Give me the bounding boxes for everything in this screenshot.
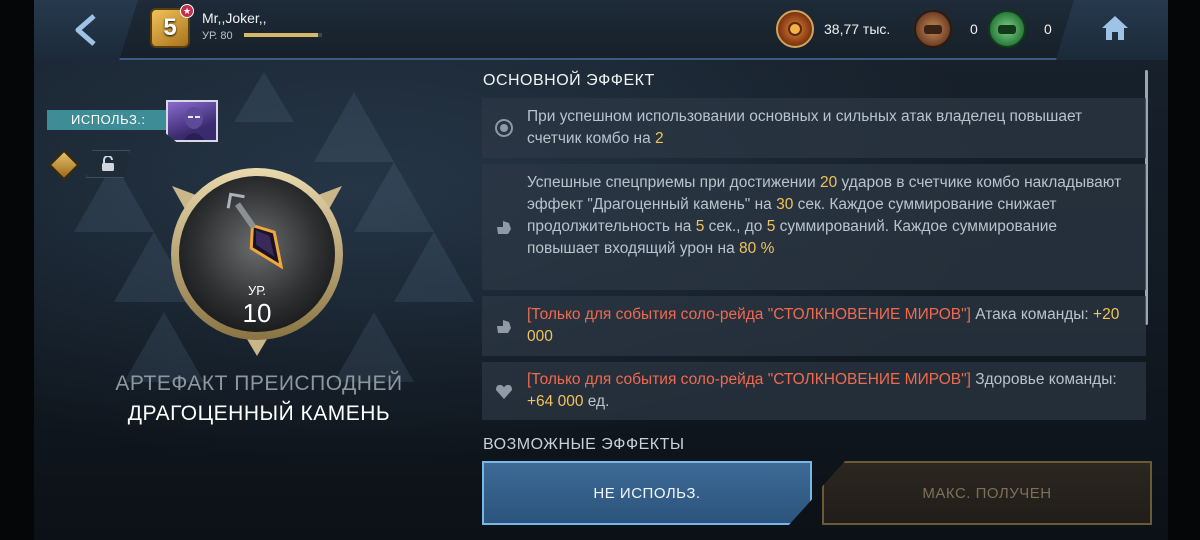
raid-condition-text: [Только для события соло-рейда "СТОЛКНОВ… xyxy=(527,306,971,323)
home-icon xyxy=(1102,16,1128,40)
lock-toggle[interactable] xyxy=(86,150,130,178)
fist-icon xyxy=(492,314,516,338)
effect-value: +64 000 xyxy=(527,393,584,410)
effects-panel[interactable]: ОСНОВНОЙ ЭФФЕКТ При успешном использован… xyxy=(482,62,1148,452)
app-root: 5 ★ Mr,,Joker,, УР. 80 38,77 тыс. 0 0 ИС… xyxy=(0,0,1200,540)
effect-text-part: Здоровье команды: xyxy=(970,371,1117,388)
effect-value: 2 xyxy=(655,130,664,147)
player-level: УР. 80 xyxy=(202,30,233,42)
effect-text-part: сек., до xyxy=(704,218,767,235)
fist-icon xyxy=(492,215,516,239)
currency-green[interactable]: 0 xyxy=(988,10,1052,48)
artifact-panel: ИСПОЛЬЗ.: УР. 10 АРТЕФАКТ ПРЕИСПОДНЕЙ ДР… xyxy=(34,62,484,540)
player-name: Mr,,Joker,, xyxy=(202,10,267,26)
possible-effects-title: ВОЗМОЖНЫЕ ЭФФЕКТЫ xyxy=(483,436,685,452)
main-effect-title: ОСНОВНОЙ ЭФФЕКТ xyxy=(483,72,655,89)
effect-card: Успешные спецприемы при достижении 20 уд… xyxy=(482,164,1146,290)
currency-bronze-value: 0 xyxy=(970,21,978,37)
heart-icon xyxy=(492,379,516,403)
artifact-medallion: УР. 10 xyxy=(166,158,348,358)
gold-medal-icon xyxy=(776,10,814,48)
artifact-type-name: АРТЕФАКТ ПРЕИСПОДНЕЙ xyxy=(115,372,403,395)
effect-text: При успешном использовании основных и си… xyxy=(527,106,1132,150)
effect-value: 30 xyxy=(776,196,794,213)
home-button[interactable] xyxy=(1056,0,1168,60)
currency-gold[interactable]: 38,77 тыс. xyxy=(776,10,890,48)
unequip-button[interactable]: НЕ ИСПОЛЬЗ. xyxy=(482,461,812,525)
bronze-token-icon xyxy=(914,10,952,48)
raid-condition-text: [Только для события соло-рейда "СТОЛКНОВ… xyxy=(527,371,971,388)
artifact-name: ДРАГОЦЕННЫЙ КАМЕНЬ xyxy=(127,402,391,425)
effect-card: [Только для события соло-рейда "СТОЛКНОВ… xyxy=(482,362,1146,420)
back-button[interactable] xyxy=(34,0,138,60)
hero-avatar-icon xyxy=(182,107,206,140)
currency-bronze[interactable]: 0 xyxy=(914,10,978,48)
player-rank-badge[interactable]: 5 ★ xyxy=(150,4,194,48)
currency-green-value: 0 xyxy=(1044,21,1052,37)
effect-card: При успешном использовании основных и си… xyxy=(482,98,1146,158)
equipped-hero-portrait[interactable] xyxy=(166,100,218,142)
effect-text-part: ед. xyxy=(583,393,610,410)
artifact-level-label: УР. xyxy=(247,283,267,298)
effect-text-part: Успешные спецприемы при достижении xyxy=(527,174,820,191)
effect-text: [Только для события соло-рейда "СТОЛКНОВ… xyxy=(527,369,1132,413)
back-arrow-icon xyxy=(75,14,96,46)
artifact-level-value: 10 xyxy=(242,298,272,328)
star-icon: ★ xyxy=(180,4,194,18)
effect-text: [Только для события соло-рейда "СТОЛКНОВ… xyxy=(527,304,1132,348)
top-bar: 5 ★ Mr,,Joker,, УР. 80 38,77 тыс. 0 0 xyxy=(34,0,1168,60)
max-obtained-button[interactable]: МАКС. ПОЛУЧЕН xyxy=(822,461,1152,525)
effect-text: Успешные спецприемы при достижении 20 уд… xyxy=(527,172,1132,260)
effect-card: [Только для события соло-рейда "СТОЛКНОВ… xyxy=(482,296,1146,356)
unlock-icon xyxy=(102,156,114,171)
used-by-tag: ИСПОЛЬЗ.: xyxy=(47,110,168,130)
xp-progress-bar xyxy=(244,33,322,37)
effect-value: 80 % xyxy=(739,240,775,257)
effect-text-part: При успешном использовании основных и си… xyxy=(527,108,1083,147)
xp-progress-fill xyxy=(244,33,319,37)
combo-icon xyxy=(492,116,516,140)
effect-value: 20 xyxy=(820,174,838,191)
screen-edge-left xyxy=(0,0,34,540)
currency-gold-value: 38,77 тыс. xyxy=(824,21,891,37)
player-rank-number: 5 xyxy=(163,14,177,41)
screen-edge-right xyxy=(1168,0,1200,540)
green-token-icon xyxy=(988,10,1026,48)
effect-text-part: Атака команды: xyxy=(970,306,1094,323)
